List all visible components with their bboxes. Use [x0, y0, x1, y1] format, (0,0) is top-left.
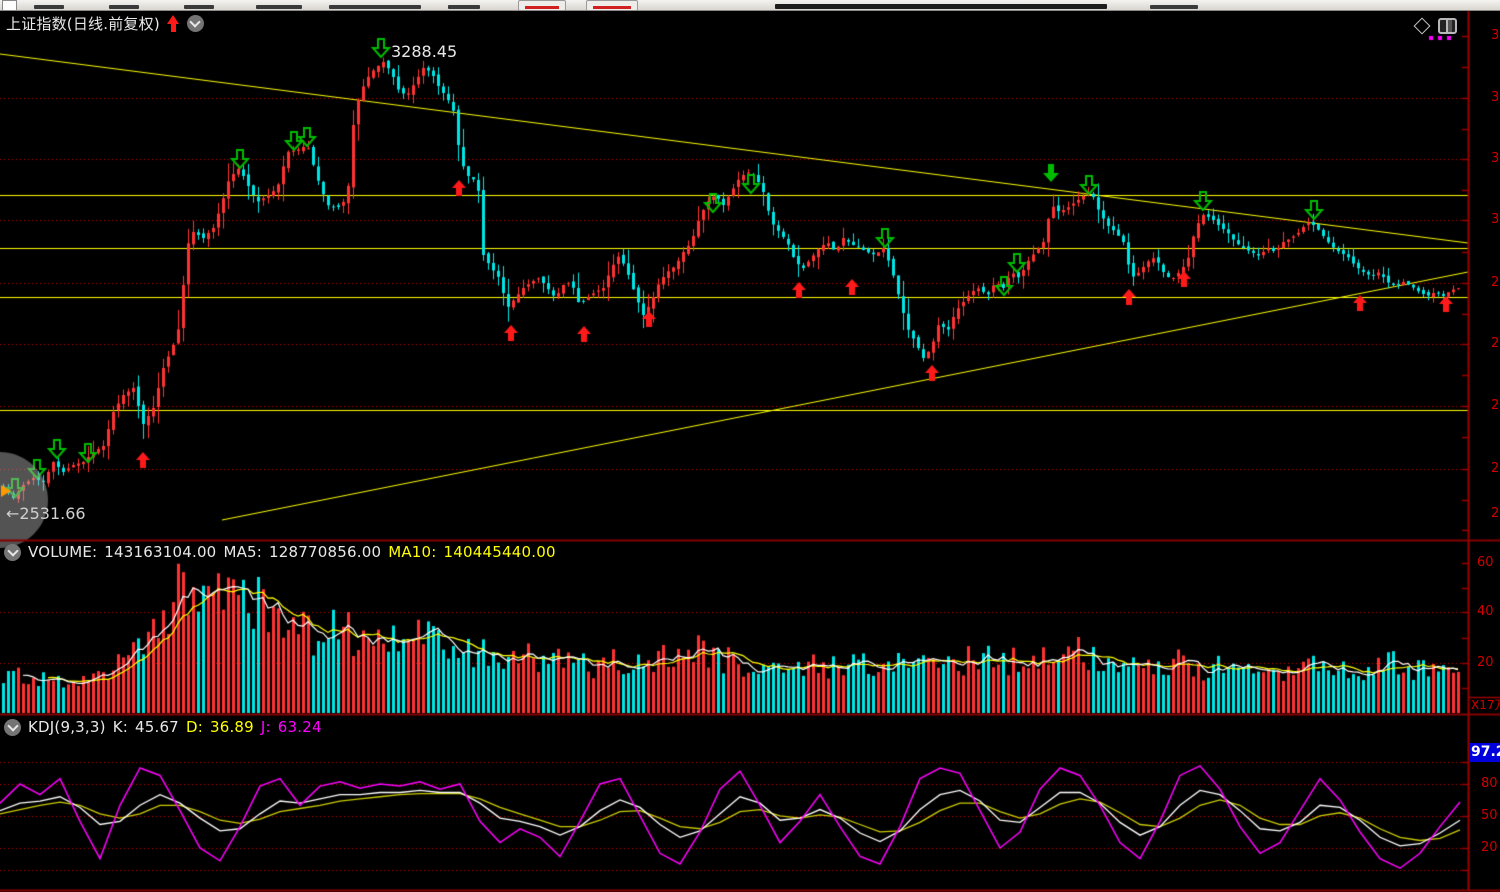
diamond-icon[interactable] — [1414, 18, 1431, 35]
menu-item[interactable] — [256, 5, 302, 9]
volume-ma5-label: MA5: — [223, 543, 262, 561]
kdj-current-value-badge: 97.2 — [1469, 743, 1500, 762]
price-axis-label: 3 — [1491, 91, 1499, 104]
menu-item[interactable] — [775, 4, 1107, 9]
kdj-j-value: 63.24 — [278, 718, 322, 736]
kdj-axis-label: 50 — [1481, 809, 1498, 822]
volume-axis-label: 20 — [1477, 656, 1494, 669]
menu-red-button[interactable] — [518, 0, 566, 11]
volume-ma5-value: 128770856.00 — [269, 543, 381, 561]
menu-item[interactable] — [448, 5, 480, 9]
menu-item[interactable] — [109, 5, 139, 9]
volume-axis-label: 40 — [1477, 605, 1494, 618]
corner-tools — [1416, 18, 1457, 34]
kdj-j-label: J: — [261, 718, 271, 736]
price-axis-label: 3 — [1491, 152, 1499, 165]
collapse-main-chevron-icon[interactable] — [187, 15, 204, 32]
kdj-k-label: K: — [113, 718, 128, 736]
menu-bar[interactable] — [0, 0, 1500, 11]
app-icon — [2, 0, 17, 11]
menu-red-button[interactable] — [586, 0, 638, 11]
volume-value: 143163104.00 — [104, 543, 216, 561]
collapse-volume-chevron-icon[interactable] — [4, 544, 21, 561]
price-axis-label: 2 — [1491, 507, 1499, 520]
price-axis-label: 3 — [1491, 213, 1499, 226]
low-price-label: ←2531.66 — [6, 504, 86, 523]
chart-title: 上证指数(日线.前复权) — [6, 13, 160, 34]
kdj-axis-label: 20 — [1481, 841, 1498, 854]
volume-header: VOLUME: 143163104.00 MA5: 128770856.00 M… — [4, 543, 556, 561]
menu-item[interactable] — [184, 5, 214, 9]
kdj-label: KDJ(9,3,3) — [28, 718, 106, 736]
chart-canvas[interactable] — [0, 0, 1500, 892]
peak-price-label: 3288.45 — [391, 42, 457, 61]
volume-axis-label: 60 — [1477, 556, 1494, 569]
up-arrow-icon — [167, 15, 180, 32]
price-axis-label: 2 — [1491, 337, 1499, 350]
volume-ma10-label: MA10: — [388, 543, 436, 561]
kdj-axis-label: 80 — [1481, 777, 1498, 790]
collapse-kdj-chevron-icon[interactable] — [4, 719, 21, 736]
price-axis-label: 2 — [1491, 399, 1499, 412]
kdj-k-value: 45.67 — [135, 718, 179, 736]
kdj-d-label: D: — [186, 718, 203, 736]
price-axis-label: 2 — [1491, 276, 1499, 289]
menu-item[interactable] — [1150, 5, 1198, 9]
price-axis-label: 3 — [1491, 29, 1499, 42]
volume-ma10-value: 140445440.00 — [444, 543, 556, 561]
main-chart-header: 上证指数(日线.前复权) — [6, 13, 204, 34]
kdj-d-value: 36.89 — [210, 718, 254, 736]
volume-multiplier-label: X17万 — [1471, 699, 1500, 711]
menu-item[interactable] — [329, 5, 421, 9]
menu-item[interactable] — [34, 5, 64, 9]
kdj-header: KDJ(9,3,3) K: 45.67 D: 36.89 J: 63.24 — [4, 718, 322, 736]
price-axis-label: 2 — [1491, 462, 1499, 475]
window-layout-icon[interactable] — [1438, 18, 1457, 34]
volume-label: VOLUME: — [28, 543, 97, 561]
